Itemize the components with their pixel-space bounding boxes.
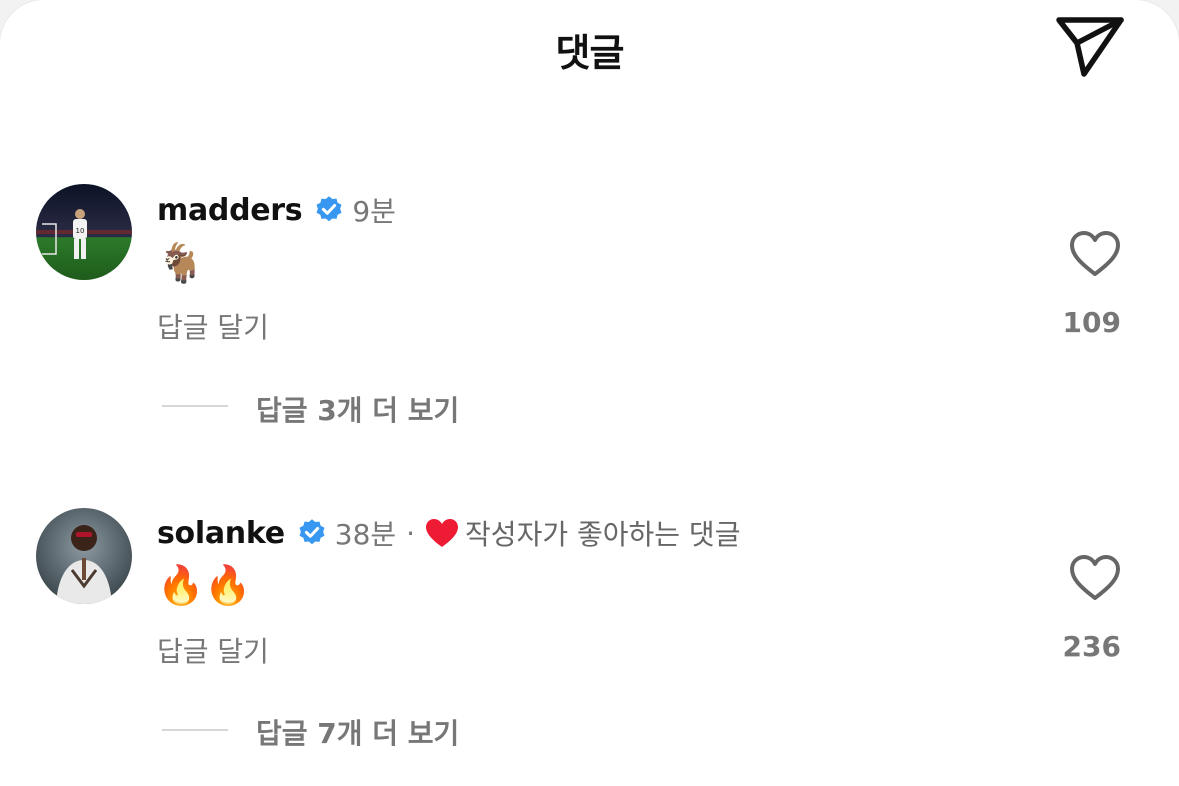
- page-title: 댓글: [555, 31, 625, 75]
- comments-sheet: 댓글 10 madders 9분 🐐 답글 달기 109 답글 3개 더 보기 …: [0, 0, 1179, 786]
- heart-outline-icon: [1070, 555, 1120, 600]
- reply-button[interactable]: 답글 달기: [157, 630, 269, 670]
- heart-outline-icon: [1070, 231, 1120, 276]
- meta-separator: ·: [406, 516, 416, 550]
- comment-text: 🐐: [157, 241, 205, 285]
- comment-username[interactable]: solanke: [157, 516, 285, 551]
- verified-badge-icon: [299, 519, 325, 545]
- view-more-replies-button[interactable]: 답글 7개 더 보기: [256, 712, 459, 752]
- heart-filled-icon: [426, 519, 459, 547]
- like-button[interactable]: [1068, 229, 1122, 279]
- like-count: 236: [1062, 630, 1121, 663]
- svg-text:10: 10: [76, 227, 85, 235]
- view-more-replies-button[interactable]: 답글 3개 더 보기: [256, 389, 459, 429]
- like-count: 109: [1062, 306, 1121, 339]
- share-send-button[interactable]: [1054, 14, 1126, 80]
- comment-time: 38분: [334, 518, 397, 551]
- replies-divider: [162, 729, 228, 731]
- comment-username[interactable]: madders: [157, 193, 303, 228]
- avatar[interactable]: [36, 508, 132, 604]
- comment-meta: solanke 38분 · 작성자가 좋아하는 댓글: [157, 511, 740, 555]
- author-liked-label: 작성자가 좋아하는 댓글: [465, 518, 741, 551]
- comment-meta: madders 9분: [157, 188, 396, 232]
- like-button[interactable]: [1068, 553, 1122, 603]
- paper-plane-icon: [1056, 17, 1124, 77]
- comment-time: 9분: [352, 195, 396, 228]
- reply-button[interactable]: 답글 달기: [157, 306, 269, 346]
- verified-badge-icon: [316, 196, 342, 222]
- replies-divider: [162, 405, 228, 407]
- comment-text: 🔥🔥: [157, 563, 252, 607]
- avatar[interactable]: 10: [36, 184, 132, 280]
